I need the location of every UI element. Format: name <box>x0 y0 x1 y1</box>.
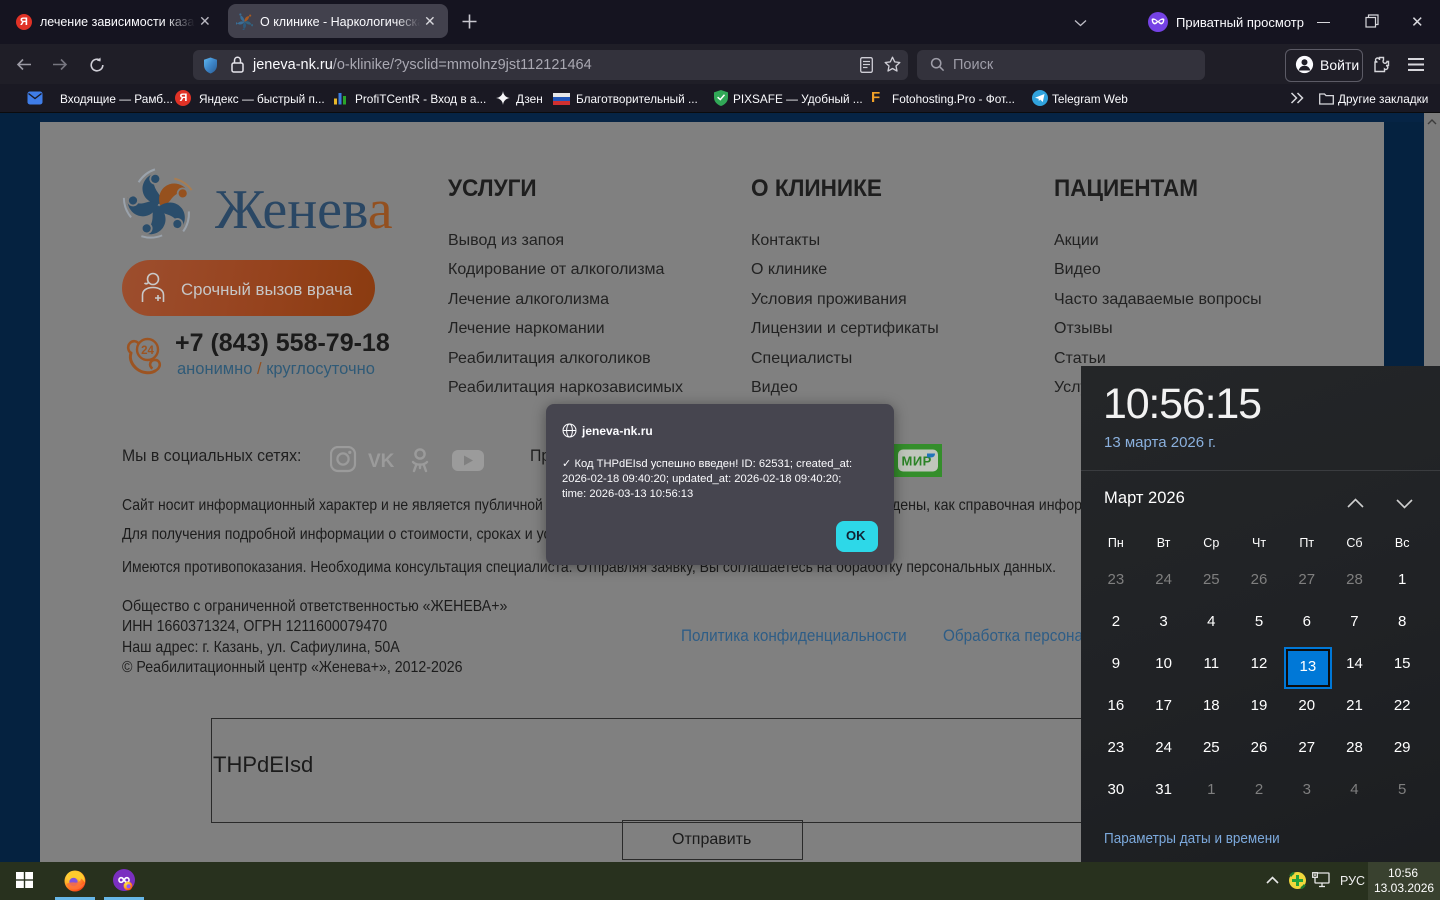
svg-text:VK: VK <box>368 451 395 472</box>
svg-text:24: 24 <box>141 345 154 357</box>
